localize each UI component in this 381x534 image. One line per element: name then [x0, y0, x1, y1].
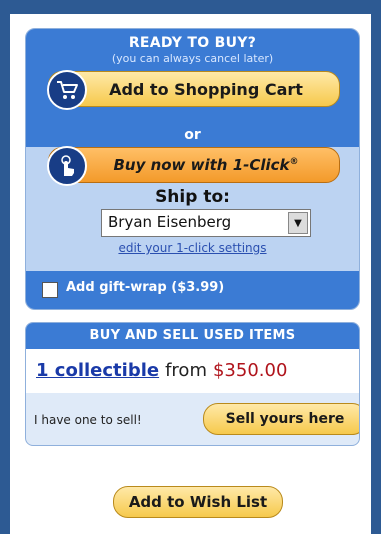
shopping-cart-icon	[47, 70, 87, 110]
used-items-box: BUY AND SELL USED ITEMS 1 collectible fro…	[25, 322, 360, 446]
used-items-title: BUY AND SELL USED ITEMS	[26, 323, 359, 349]
ready-to-buy-box: READY TO BUY? (you can always cancel lat…	[25, 28, 360, 310]
buy-now-label: Buy now with 1-Click®	[113, 156, 299, 174]
add-to-cart-label: Add to Shopping Cart	[109, 79, 303, 99]
from-label: from	[165, 360, 207, 381]
ship-to-value: Bryan Eisenberg	[108, 213, 232, 231]
collectible-price: $350.00	[212, 360, 288, 381]
add-to-wish-list-button[interactable]: Add to Wish List	[113, 486, 283, 518]
hand-click-icon	[47, 146, 87, 186]
buy-now-one-click-button[interactable]: Buy now with 1-Click®	[47, 146, 340, 186]
sell-yours-here-button[interactable]: Sell yours here	[203, 403, 359, 435]
ready-to-buy-title: READY TO BUY?	[128, 35, 257, 51]
chevron-down-icon[interactable]: ▼	[288, 212, 308, 234]
ready-to-buy-subtitle: (you can always cancel later)	[111, 52, 274, 65]
gift-wrap-bar: Add gift-wrap ($3.99)	[26, 271, 359, 309]
add-to-cart-button[interactable]: Add to Shopping Cart	[47, 70, 340, 110]
or-separator: or	[184, 127, 201, 143]
gift-wrap-checkbox[interactable]	[42, 282, 58, 298]
product-buy-panel: READY TO BUY? (you can always cancel lat…	[10, 14, 371, 534]
ship-to-select[interactable]: Bryan Eisenberg ▼	[101, 209, 311, 237]
collectible-link[interactable]: 1 collectible	[36, 360, 159, 381]
ship-to-label: Ship to:	[155, 187, 230, 207]
sell-prompt: I have one to sell!	[34, 413, 142, 427]
gift-wrap-label: Add gift-wrap ($3.99)	[66, 280, 225, 295]
edit-one-click-settings-link[interactable]: edit your 1-click settings	[26, 241, 359, 255]
collectible-row: 1 collectible from $350.00	[26, 349, 359, 393]
